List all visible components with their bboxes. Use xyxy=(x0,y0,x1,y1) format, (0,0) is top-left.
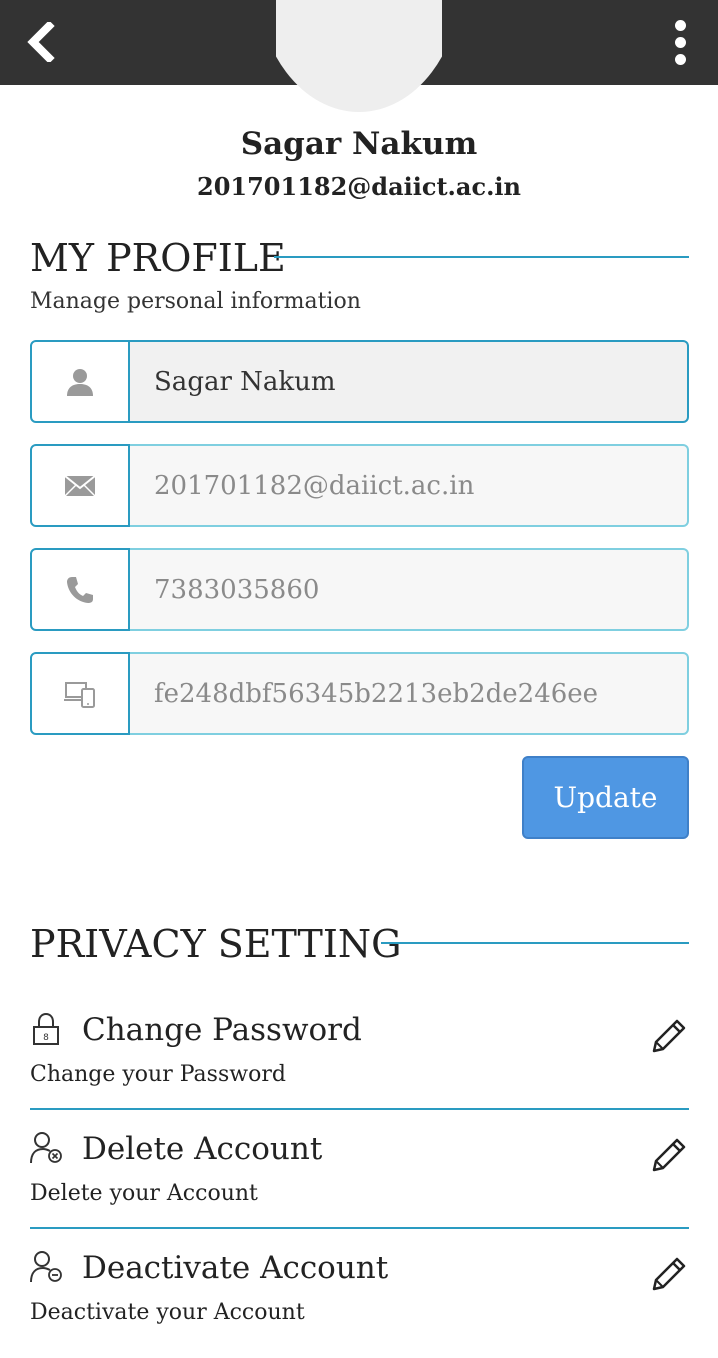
email-field[interactable]: 201701182@daiict.ac.in xyxy=(30,444,689,527)
pencil-icon[interactable] xyxy=(649,1016,689,1056)
phone-input[interactable]: 7383035860 xyxy=(130,548,689,631)
profile-name: Sagar Nakum xyxy=(240,126,478,162)
more-options-button[interactable] xyxy=(660,14,700,70)
more-dot xyxy=(674,36,686,48)
deactivate-account-title: Deactivate Account xyxy=(82,1250,389,1286)
change-password-subtitle: Change your Password xyxy=(30,1062,286,1087)
devices-icon xyxy=(64,681,95,708)
avatar[interactable] xyxy=(276,0,442,112)
avatar-circle xyxy=(276,0,442,112)
pencil-icon[interactable] xyxy=(649,1254,689,1294)
deactivate-account-subtitle: Deactivate your Account xyxy=(30,1300,305,1325)
email-field-icon-box xyxy=(30,444,130,527)
change-password-title: Change Password xyxy=(82,1012,362,1048)
my-profile-subtitle: Manage personal information xyxy=(30,289,361,314)
pencil-icon[interactable] xyxy=(649,1135,689,1175)
lock-icon: 8 xyxy=(33,1012,59,1045)
deactivate-account-item[interactable]: Deactivate Account Deactivate your Accou… xyxy=(30,1250,689,1330)
profile-email: 201701182@daiict.ac.in xyxy=(197,172,521,201)
phone-field[interactable]: 7383035860 xyxy=(30,548,689,631)
phone-field-icon-box xyxy=(30,548,130,631)
delete-account-title: Delete Account xyxy=(82,1131,323,1167)
privacy-setting-heading: PRIVACY SETTING xyxy=(30,922,402,966)
change-password-item[interactable]: 8 Change Password Change your Password xyxy=(30,1012,689,1092)
list-divider xyxy=(30,1108,689,1110)
my-profile-heading: MY PROFILE xyxy=(30,236,286,280)
svg-text:8: 8 xyxy=(43,1033,49,1043)
section-divider-line xyxy=(274,256,689,258)
name-input[interactable]: Sagar Nakum xyxy=(130,340,689,423)
more-vertical-icon xyxy=(674,19,686,31)
user-minus-icon xyxy=(30,1251,62,1283)
more-dot xyxy=(674,53,686,65)
delete-account-subtitle: Delete your Account xyxy=(30,1181,258,1206)
person-icon xyxy=(67,368,93,396)
update-button[interactable]: Update xyxy=(522,756,689,839)
device-field-icon-box xyxy=(30,652,130,735)
delete-account-item[interactable]: Delete Account Delete your Account xyxy=(30,1131,689,1211)
name-field-icon-box xyxy=(30,340,130,423)
user-remove-icon xyxy=(30,1132,62,1164)
device-id-input[interactable]: fe248dbf56345b2213eb2de246ee xyxy=(130,652,689,735)
device-id-field[interactable]: fe248dbf56345b2213eb2de246ee xyxy=(30,652,689,735)
email-input[interactable]: 201701182@daiict.ac.in xyxy=(130,444,689,527)
mail-icon xyxy=(64,474,96,497)
list-divider xyxy=(30,1227,689,1229)
section-divider-line xyxy=(381,942,689,944)
phone-icon xyxy=(67,576,93,603)
name-field[interactable]: Sagar Nakum xyxy=(30,340,689,423)
